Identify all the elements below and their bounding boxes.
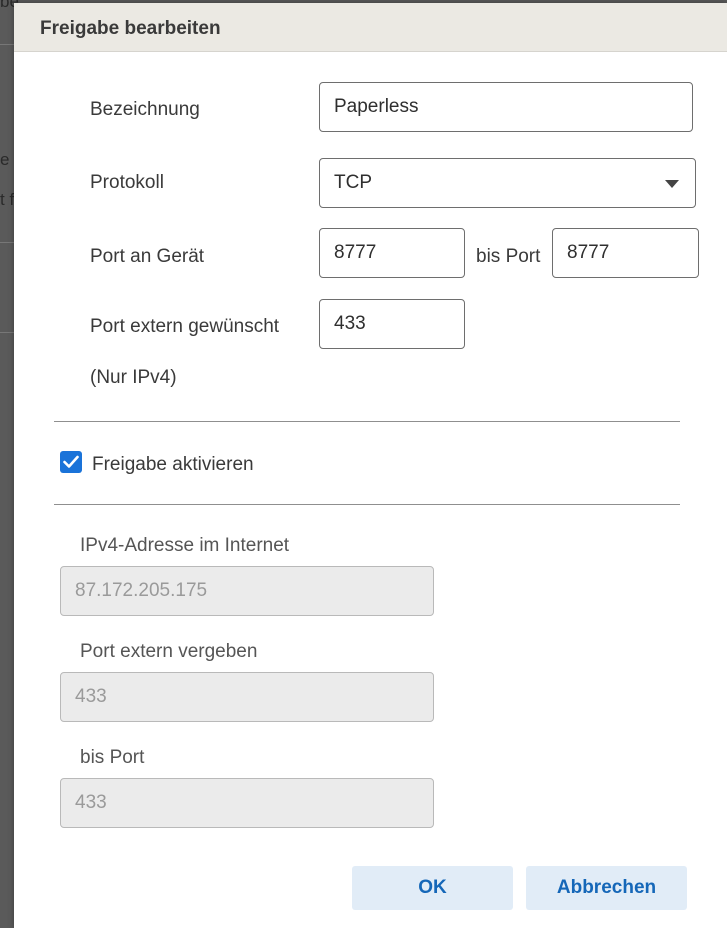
- port-assigned-field: 433: [60, 672, 434, 722]
- port-to-label: bis Port: [476, 246, 541, 267]
- enable-share-label[interactable]: Freigabe aktivieren: [92, 454, 254, 476]
- port-assigned-to-label: bis Port: [80, 747, 145, 768]
- ok-button[interactable]: OK: [352, 866, 513, 910]
- ipv4-address-field: 87.172.205.175: [60, 566, 434, 616]
- port-external-label: Port extern gewünscht: [90, 316, 280, 337]
- port-external-input[interactable]: 433: [319, 299, 465, 349]
- cancel-button[interactable]: Abbrechen: [526, 866, 687, 910]
- dialog-title: Freigabe bearbeiten: [40, 18, 221, 39]
- ipv4-note: (Nur IPv4): [90, 367, 177, 388]
- enable-share-checkbox[interactable]: [60, 451, 82, 473]
- edit-share-dialog: Freigabe bearbeiten Bezeichnung Paperles…: [14, 3, 727, 928]
- background-divider: [0, 44, 14, 45]
- name-input[interactable]: Paperless: [319, 82, 693, 132]
- protocol-selected-value: TCP: [334, 172, 372, 193]
- dialog-header: Freigabe bearbeiten: [14, 3, 727, 52]
- protocol-select[interactable]: TCP: [319, 158, 696, 208]
- background-text: t f: [0, 190, 15, 209]
- name-label: Bezeichnung: [90, 99, 200, 120]
- background-divider: [0, 332, 14, 333]
- port-assigned-to-field: 433: [60, 778, 434, 828]
- divider: [54, 504, 680, 505]
- ipv4-address-label: IPv4-Adresse im Internet: [80, 535, 290, 556]
- port-assigned-label: Port extern vergeben: [80, 641, 258, 662]
- chevron-down-icon: [665, 180, 679, 188]
- protocol-label: Protokoll: [90, 172, 164, 193]
- port-device-from-input[interactable]: 8777: [319, 228, 465, 278]
- background-divider: [0, 242, 14, 243]
- port-device-label: Port an Gerät: [90, 246, 205, 267]
- port-device-to-input[interactable]: 8777: [552, 228, 699, 278]
- checkmark-icon: [63, 455, 79, 468]
- divider: [54, 421, 680, 422]
